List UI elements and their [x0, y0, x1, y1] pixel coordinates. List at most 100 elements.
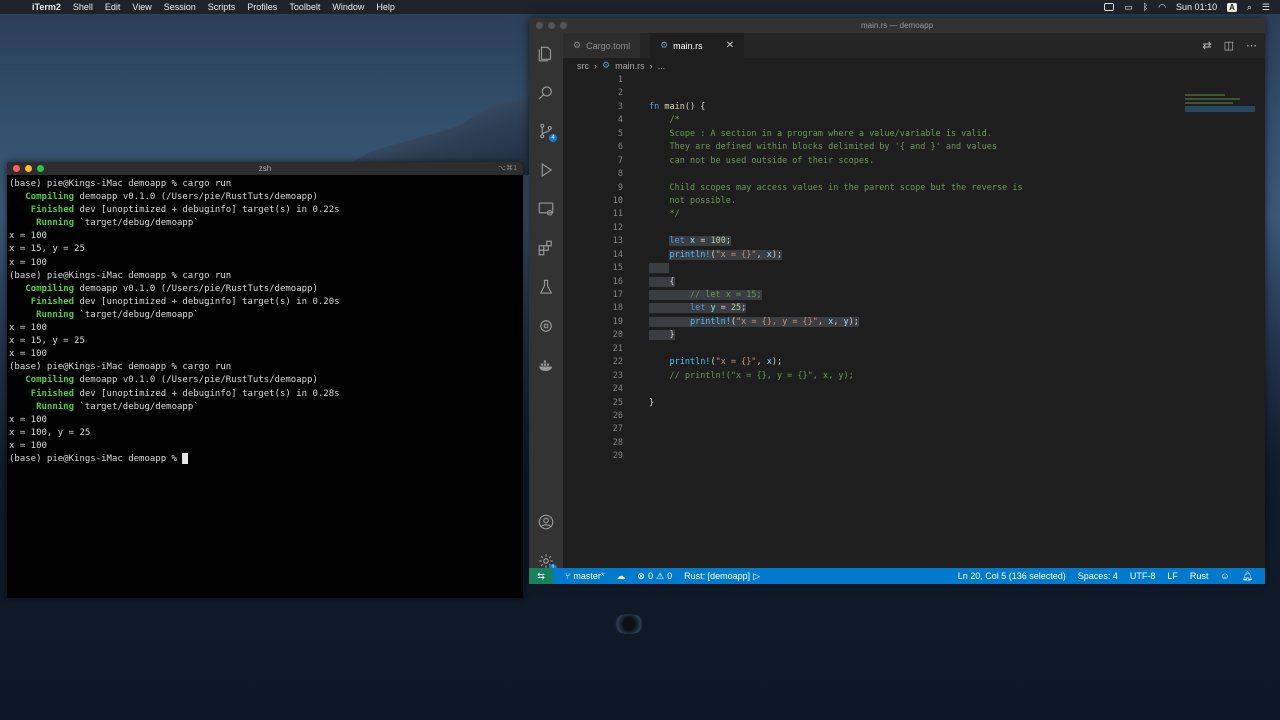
menu-iterm2[interactable]: iTerm2 [32, 2, 61, 12]
code-line[interactable]: 5 Scope : A section in a program where a… [563, 128, 1265, 141]
code-line[interactable]: 3 fn main() { [563, 101, 1265, 114]
terminal-titlebar[interactable]: zsh ⌥⌘1 [7, 162, 523, 175]
testing-icon[interactable] [529, 274, 563, 300]
code-line[interactable]: 10 not possible. [563, 195, 1265, 208]
breadcrumb-file[interactable]: main.rs [615, 61, 645, 71]
source-control-icon[interactable]: 4 [529, 118, 563, 144]
sync-icon[interactable]: ☁ [616, 571, 625, 582]
code-editor[interactable]: 1 2 3 fn main() {4 /* 5 Scope : A section in… [563, 74, 1265, 568]
menu-profiles[interactable]: Profiles [247, 2, 277, 12]
code-line[interactable]: 11 */ [563, 208, 1265, 221]
git-branch[interactable]: ⑂ master* [565, 571, 604, 581]
zoom-window-button[interactable] [37, 165, 44, 172]
accounts-icon[interactable] [529, 509, 563, 535]
terminal-line: x = 100 [9, 257, 47, 268]
vscode-window[interactable]: main.rs — demoapp 4 ⚙ Cargo.toml ⚙ main.… [529, 18, 1265, 584]
code-line[interactable]: 28 [563, 437, 1265, 450]
line-number: 11 [612, 209, 623, 220]
vscode-titlebar[interactable]: main.rs — demoapp [529, 18, 1265, 33]
breadcrumb-symbol[interactable]: ... [658, 61, 666, 71]
zoom-window-button[interactable] [560, 22, 567, 29]
code-line[interactable]: 6 They are defined within blocks delimit… [563, 141, 1265, 154]
spotlight-search-icon[interactable]: ⌕ [1247, 2, 1252, 13]
input-source-icon[interactable]: A [1227, 2, 1237, 12]
wifi-icon[interactable]: ◠ [1158, 2, 1166, 13]
code-line[interactable]: 7 can not be used outside of their scope… [563, 155, 1265, 168]
cursor-position[interactable]: Ln 20, Col 5 (136 selected) [958, 571, 1066, 581]
run-target[interactable]: Rust: [demoapp] ▷ [684, 571, 760, 582]
code-line[interactable]: 12 [563, 222, 1265, 235]
code-line[interactable]: 19 println!("x = {}, y = {}", x, y); [563, 316, 1265, 329]
menu-toolbelt[interactable]: Toolbelt [289, 2, 320, 12]
menubar-clock[interactable]: Sun 01:10 [1176, 2, 1217, 12]
code-line[interactable]: 2 [563, 87, 1265, 100]
minimap[interactable] [1185, 92, 1255, 122]
close-window-button[interactable] [536, 22, 543, 29]
code-line[interactable]: 20 } [563, 329, 1265, 342]
code-line[interactable]: 23 // println!("x = {}, y = {}", x, y); [563, 370, 1265, 383]
notification-center-icon[interactable]: ☰ [1262, 2, 1270, 13]
code-line[interactable]: 14 println!("x = {}", x); [563, 249, 1265, 262]
code-line[interactable]: 9 Child scopes may access values in the … [563, 182, 1265, 195]
run-debug-icon[interactable] [529, 157, 563, 183]
indentation[interactable]: Spaces: 4 [1078, 571, 1118, 581]
menu-window[interactable]: Window [332, 2, 364, 12]
remote-indicator-icon[interactable]: ⇆ [529, 568, 553, 584]
remote-explorer-icon[interactable] [529, 196, 563, 222]
explorer-icon[interactable] [529, 41, 563, 67]
close-window-button[interactable] [13, 165, 20, 172]
code-line[interactable]: 26 [563, 410, 1265, 423]
language-mode[interactable]: Rust [1190, 571, 1209, 581]
breadcrumb-src[interactable]: src [577, 61, 589, 71]
tab-cargo-toml[interactable]: ⚙ Cargo.toml [563, 33, 641, 58]
notifications-bell-icon[interactable]: 🔔︎ [1242, 571, 1253, 582]
menu-view[interactable]: View [132, 2, 151, 12]
code-line[interactable]: 27 [563, 423, 1265, 436]
search-icon[interactable] [529, 80, 563, 106]
tab-main-rs[interactable]: ⚙ main.rs ✕ [650, 33, 745, 58]
problems-indicator[interactable]: ⊗ 0 ⚠ 0 [637, 571, 672, 582]
code-line[interactable]: 1 [563, 74, 1265, 87]
encoding[interactable]: UTF-8 [1130, 571, 1156, 581]
feedback-icon[interactable]: ☺ [1220, 571, 1229, 581]
menu-scripts[interactable]: Scripts [208, 2, 236, 12]
terminal-prompt-line[interactable]: (base) pie@Kings-iMac demoapp % [9, 452, 521, 466]
cargo-status-word: Compiling [25, 192, 75, 203]
play-icon: ▷ [753, 570, 761, 581]
code-line[interactable]: 15 [563, 262, 1265, 275]
screen-record-icon[interactable] [1104, 3, 1115, 11]
close-tab-icon[interactable]: ✕ [726, 40, 734, 51]
macos-menubar: iTerm2 Shell Edit View Session Scripts P… [0, 0, 1280, 14]
terminal-window[interactable]: zsh ⌥⌘1 (base) pie@Kings-iMac demoapp % … [7, 162, 523, 598]
more-actions-icon[interactable]: ⋯ [1246, 39, 1257, 52]
minimize-window-button[interactable] [25, 165, 32, 172]
menu-help[interactable]: Help [376, 2, 395, 12]
terminal-output[interactable]: (base) pie@Kings-iMac demoapp % cargo ru… [7, 175, 523, 469]
minimize-window-button[interactable] [548, 22, 555, 29]
bluetooth-icon[interactable]: ᛒ [1143, 2, 1148, 12]
code-line[interactable]: 21 [563, 343, 1265, 356]
extensions-icon[interactable] [529, 235, 563, 261]
line-number: 16 [612, 276, 623, 287]
error-icon: ⊗ [637, 570, 645, 581]
end-of-line[interactable]: LF [1167, 571, 1178, 581]
code-line[interactable]: 24 [563, 383, 1265, 396]
code-line[interactable]: 16 { [563, 276, 1265, 289]
code-line[interactable]: 17 // let x = 15; [563, 289, 1265, 302]
code-line[interactable]: 8 [563, 168, 1265, 181]
menu-session[interactable]: Session [164, 2, 196, 12]
code-line[interactable]: 4 /* [563, 114, 1265, 127]
gitlens-icon[interactable] [529, 313, 563, 339]
code-line[interactable]: 22 println!("x = {}", x); [563, 356, 1265, 369]
code-line[interactable]: 29 [563, 450, 1265, 463]
code-line[interactable]: 18 let y = 25; [563, 302, 1265, 315]
split-editor-icon[interactable]: ◫ [1224, 39, 1234, 52]
airplay-icon[interactable]: ▭ [1124, 2, 1133, 13]
code-line[interactable]: 13 let x = 100; [563, 235, 1265, 248]
menu-shell[interactable]: Shell [73, 2, 93, 12]
code-line[interactable]: 25} [563, 397, 1265, 410]
docker-icon[interactable] [529, 352, 563, 378]
open-changes-icon[interactable]: ⇄ [1202, 39, 1211, 52]
menu-edit[interactable]: Edit [105, 2, 121, 12]
cargo-status-word: Finished [30, 388, 75, 399]
